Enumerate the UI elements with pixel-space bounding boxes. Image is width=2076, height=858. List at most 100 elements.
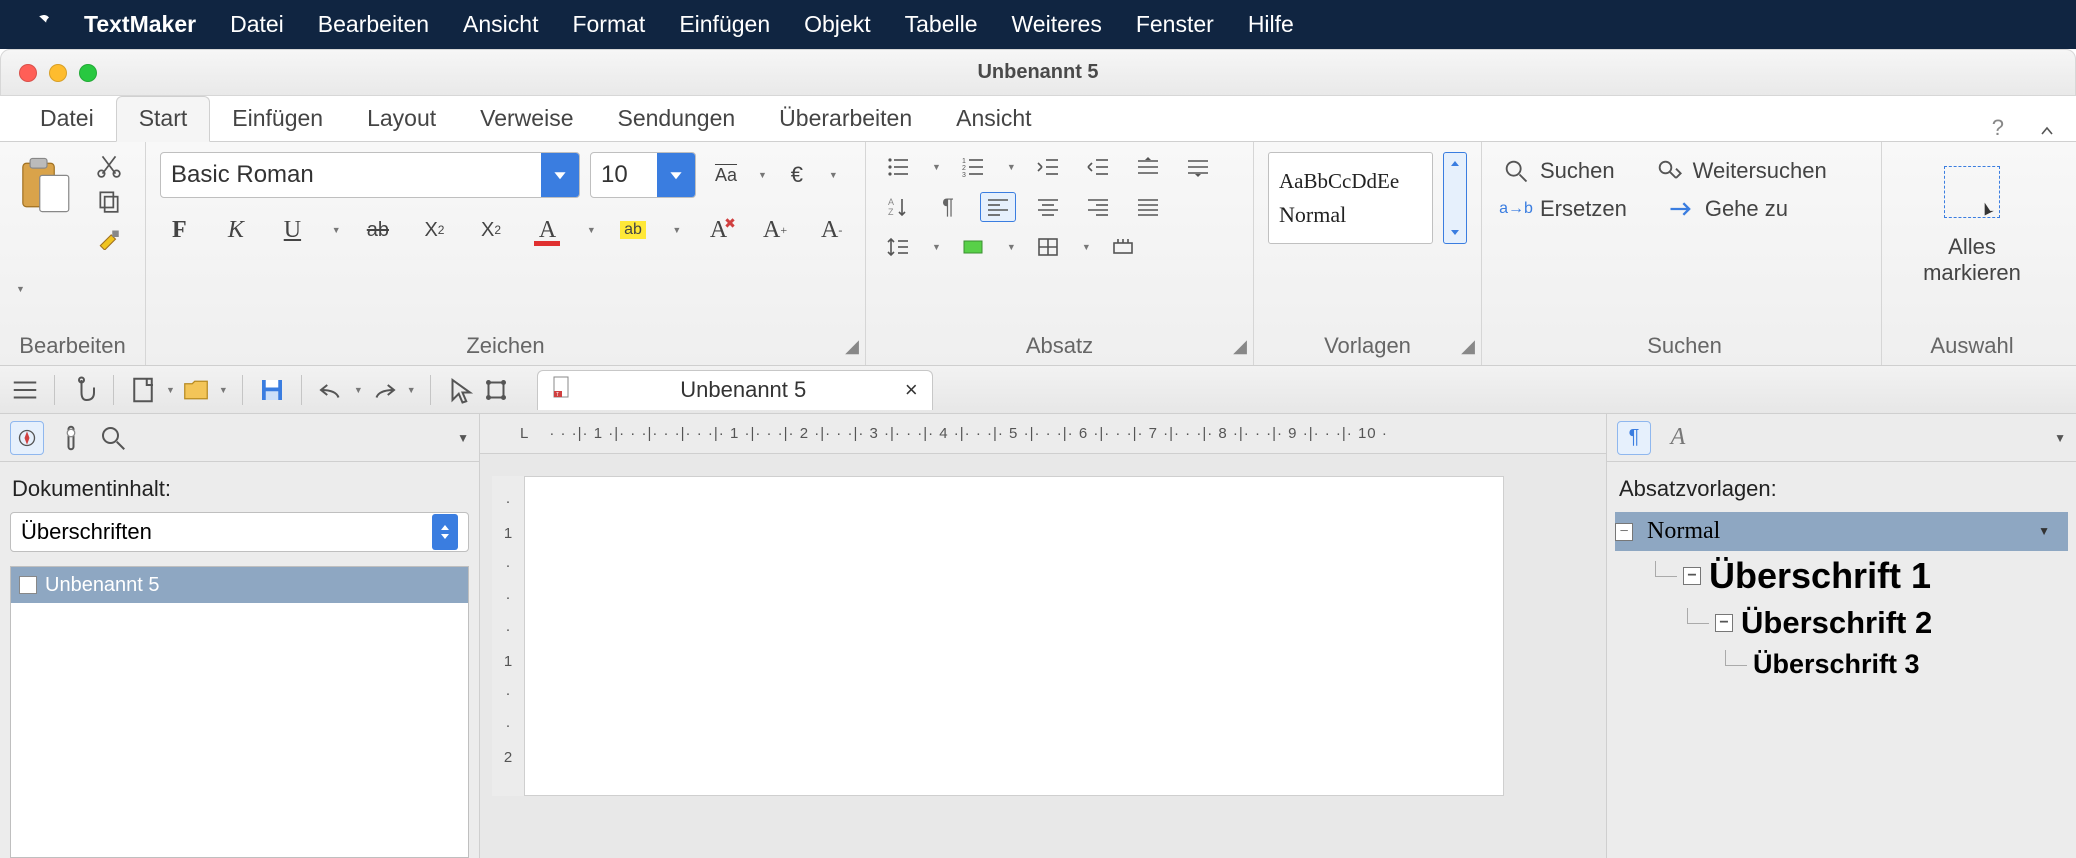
ribbon-tab-ueberarbeiten[interactable]: Überarbeiten xyxy=(757,97,934,141)
paragraph-marks-button[interactable]: ¶ xyxy=(930,192,966,222)
grow-font-button[interactable]: A+ xyxy=(756,212,795,248)
copy-icon[interactable] xyxy=(96,188,122,214)
ribbon-tab-layout[interactable]: Layout xyxy=(345,97,458,141)
qat-touch-icon[interactable] xyxy=(69,375,99,405)
menubar-datei[interactable]: Datei xyxy=(230,11,284,38)
style-item-dropdown-icon[interactable]: ▼ xyxy=(2038,524,2058,539)
highlight-button[interactable]: ab xyxy=(614,212,653,248)
paste-button[interactable] xyxy=(14,152,80,218)
ribbon-tab-datei[interactable]: Datei xyxy=(18,97,116,141)
menubar-fenster[interactable]: Fenster xyxy=(1136,11,1214,38)
borders-button[interactable] xyxy=(1030,232,1066,262)
menubar-objekt[interactable]: Objekt xyxy=(804,11,870,38)
strikethrough-button[interactable]: ab xyxy=(359,212,398,248)
qat-object-icon[interactable] xyxy=(481,375,511,405)
increase-indent-button[interactable] xyxy=(1080,152,1116,182)
navigator-slider-icon[interactable] xyxy=(56,423,86,453)
font-size-dropdown-icon[interactable] xyxy=(657,153,695,197)
line-spacing-button[interactable] xyxy=(880,232,916,262)
style-item-h1[interactable]: − Überschrift 1 xyxy=(1615,551,2068,601)
navigator-compass-icon[interactable] xyxy=(10,421,44,455)
italic-button[interactable]: K xyxy=(217,212,256,248)
bullet-list-button[interactable] xyxy=(880,152,916,182)
goto-button[interactable]: Gehe zu xyxy=(1667,190,1788,228)
style-item-h3[interactable]: Überschrift 3 xyxy=(1615,645,2068,684)
tree-item-document[interactable]: Unbenannt 5 xyxy=(11,567,468,603)
clear-formatting-button[interactable]: A✖ xyxy=(699,212,738,248)
styles-menu-dropdown-icon[interactable]: ▼ xyxy=(2054,431,2066,445)
style-gallery-item[interactable]: AaBbCcDdEe Normal xyxy=(1268,152,1433,244)
vorlagen-dialog-launcher-icon[interactable]: ◢ xyxy=(1461,336,1475,357)
menubar-bearbeiten[interactable]: Bearbeiten xyxy=(318,11,429,38)
vertical-ruler[interactable]: ·1· ··1 ··2 xyxy=(492,476,524,796)
style-gallery-scroll[interactable] xyxy=(1443,152,1467,244)
subscript-button[interactable]: X2 xyxy=(415,212,454,248)
navigator-search-icon[interactable] xyxy=(98,423,128,453)
ribbon-tab-sendungen[interactable]: Sendungen xyxy=(595,97,757,141)
tabs-button[interactable] xyxy=(1105,232,1141,262)
left-panel-filter-dropdown-icon[interactable] xyxy=(432,514,458,550)
move-down-button[interactable] xyxy=(1180,152,1216,182)
menubar-format[interactable]: Format xyxy=(572,11,645,38)
font-name-combo[interactable]: Basic Roman xyxy=(160,152,580,198)
left-panel-filter-combo[interactable]: Überschriften xyxy=(10,512,469,552)
replace-button[interactable]: a→b Ersetzen xyxy=(1502,190,1627,228)
paragraph-styles-icon[interactable]: ¶ xyxy=(1617,421,1651,455)
qat-redo-icon[interactable] xyxy=(369,375,399,405)
font-name-dropdown-icon[interactable] xyxy=(541,153,579,197)
move-up-button[interactable] xyxy=(1130,152,1166,182)
menubar-weiteres[interactable]: Weiteres xyxy=(1012,11,1102,38)
font-color-button[interactable]: A xyxy=(528,212,567,248)
menubar-einfuegen[interactable]: Einfügen xyxy=(679,11,770,38)
qat-undo-icon[interactable] xyxy=(316,375,346,405)
tree-item-checkbox[interactable] xyxy=(19,576,37,594)
document-tab-close-icon[interactable]: × xyxy=(905,377,918,403)
qat-save-icon[interactable] xyxy=(257,375,287,405)
decrease-indent-button[interactable] xyxy=(1030,152,1066,182)
numbered-list-button[interactable]: 123 xyxy=(955,152,991,182)
apple-logo-icon[interactable] xyxy=(28,9,50,41)
menubar-app-name[interactable]: TextMaker xyxy=(84,11,196,38)
ribbon-tab-verweise[interactable]: Verweise xyxy=(458,97,595,141)
tab-stop-indicator[interactable]: L xyxy=(520,425,529,442)
shrink-font-button[interactable]: A- xyxy=(812,212,851,248)
format-painter-icon[interactable] xyxy=(96,224,122,250)
tree-collapse-icon[interactable]: − xyxy=(1715,614,1733,632)
align-justify-button[interactable] xyxy=(1130,192,1166,222)
font-size-combo[interactable]: 10 xyxy=(590,152,696,198)
ribbon-tab-start[interactable]: Start xyxy=(116,96,211,142)
zeichen-dialog-launcher-icon[interactable]: ◢ xyxy=(845,336,859,357)
sort-button[interactable]: AZ xyxy=(880,192,916,222)
style-item-h2[interactable]: − Überschrift 2 xyxy=(1615,601,2068,645)
character-styles-icon[interactable]: A xyxy=(1663,423,1693,453)
qat-toc-icon[interactable] xyxy=(10,375,40,405)
menubar-tabelle[interactable]: Tabelle xyxy=(905,11,978,38)
underline-button[interactable]: U xyxy=(273,212,312,248)
align-right-button[interactable] xyxy=(1080,192,1116,222)
change-case-button[interactable]: Aa xyxy=(706,157,746,193)
shading-button[interactable] xyxy=(955,232,991,262)
horizontal-ruler[interactable]: L · · ·|· 1 ·|· · ·|· · ·|· · ·|· 1 ·|· … xyxy=(480,414,1606,454)
bold-button[interactable]: F xyxy=(160,212,199,248)
select-all-button[interactable]: Alles markieren xyxy=(1917,152,2027,290)
align-center-button[interactable] xyxy=(1030,192,1066,222)
qat-open-icon[interactable] xyxy=(181,375,211,405)
search-button[interactable]: Suchen xyxy=(1502,152,1615,190)
navigator-menu-dropdown-icon[interactable]: ▼ xyxy=(457,431,469,445)
search-next-button[interactable]: Weitersuchen xyxy=(1655,152,1827,190)
ribbon-tab-einfuegen[interactable]: Einfügen xyxy=(210,97,345,141)
qat-new-icon[interactable] xyxy=(128,375,158,405)
tree-collapse-icon[interactable]: − xyxy=(1683,567,1701,585)
absatz-dialog-launcher-icon[interactable]: ◢ xyxy=(1233,336,1247,357)
style-item-normal[interactable]: − Normal ▼ xyxy=(1615,512,2068,551)
left-panel-tree[interactable]: Unbenannt 5 xyxy=(10,566,469,858)
cut-icon[interactable] xyxy=(96,152,122,178)
align-left-button[interactable] xyxy=(980,192,1016,222)
symbol-button[interactable]: € xyxy=(777,157,817,193)
paste-dropdown-icon[interactable]: ▼ xyxy=(16,284,25,294)
document-tab[interactable]: T Unbenannt 5 × xyxy=(537,370,933,410)
ribbon-help-button[interactable]: ? xyxy=(1978,115,2018,141)
menubar-ansicht[interactable]: Ansicht xyxy=(463,11,538,38)
superscript-button[interactable]: X2 xyxy=(472,212,511,248)
menubar-hilfe[interactable]: Hilfe xyxy=(1248,11,1294,38)
